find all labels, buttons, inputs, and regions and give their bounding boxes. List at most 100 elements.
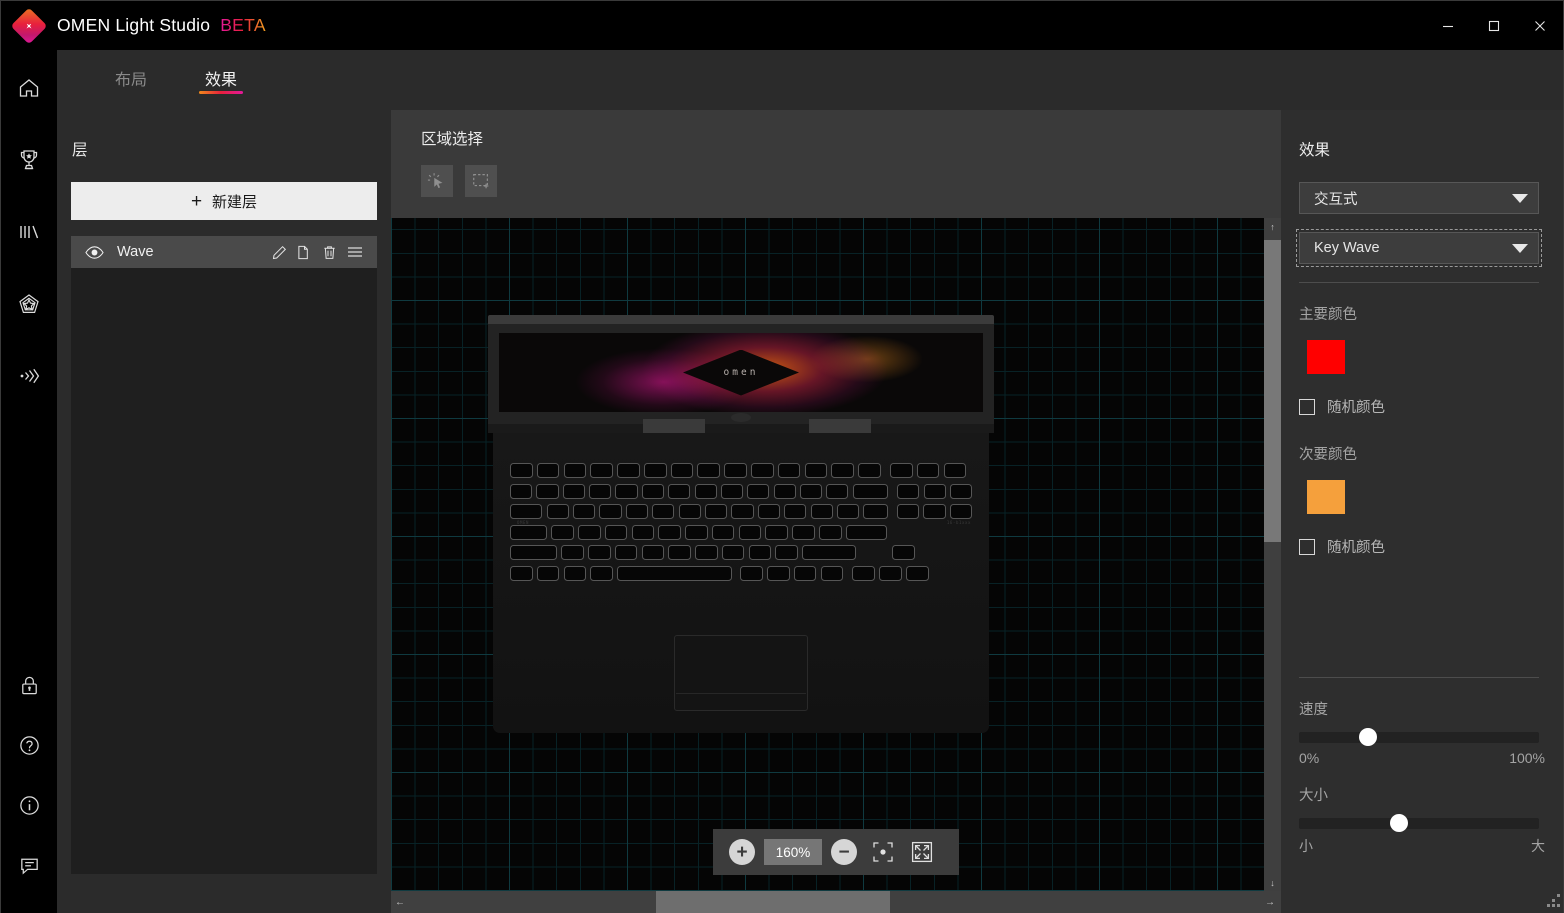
scroll-down-arrow[interactable]: ↓ bbox=[1264, 874, 1281, 891]
key[interactable] bbox=[889, 463, 913, 478]
key[interactable] bbox=[836, 504, 860, 519]
sidebar-item-rewards[interactable] bbox=[1, 130, 57, 190]
hamburger-icon[interactable] bbox=[342, 245, 367, 259]
key[interactable] bbox=[738, 524, 762, 540]
key[interactable] bbox=[589, 483, 612, 499]
sidebar-item-key-lock[interactable] bbox=[1, 655, 57, 715]
sidebar-item-audio[interactable] bbox=[1, 346, 57, 406]
scroll-right-arrow[interactable]: → bbox=[1261, 897, 1279, 908]
zoom-level-value[interactable]: 160% bbox=[764, 839, 822, 865]
key[interactable] bbox=[721, 545, 745, 560]
key-shift-left[interactable] bbox=[510, 545, 557, 560]
primary-random-row[interactable]: 随机颜色 bbox=[1299, 396, 1545, 417]
key[interactable] bbox=[897, 504, 920, 519]
key[interactable] bbox=[678, 504, 701, 519]
key[interactable] bbox=[577, 524, 601, 540]
key[interactable] bbox=[810, 504, 833, 519]
key[interactable] bbox=[697, 463, 721, 478]
key[interactable] bbox=[777, 463, 801, 478]
key[interactable] bbox=[668, 545, 691, 560]
secondary-color-swatch[interactable] bbox=[1307, 480, 1345, 514]
key[interactable] bbox=[562, 483, 585, 499]
key[interactable] bbox=[923, 504, 946, 519]
key[interactable] bbox=[615, 483, 638, 499]
sidebar-item-feedback[interactable] bbox=[1, 835, 57, 895]
key[interactable] bbox=[658, 524, 681, 540]
key-shift-right[interactable] bbox=[802, 545, 857, 560]
zoom-in-button[interactable]: + bbox=[729, 839, 755, 865]
horizontal-scroll-thumb[interactable] bbox=[656, 891, 890, 913]
sidebar-item-help[interactable] bbox=[1, 715, 57, 775]
key-backspace[interactable] bbox=[852, 483, 888, 499]
key[interactable] bbox=[652, 504, 675, 519]
key[interactable] bbox=[858, 463, 881, 478]
key-caps[interactable] bbox=[510, 524, 547, 540]
key[interactable] bbox=[949, 483, 973, 499]
size-slider-track[interactable] bbox=[1299, 814, 1539, 832]
key[interactable] bbox=[724, 463, 747, 478]
scroll-left-arrow[interactable]: ← bbox=[391, 897, 409, 908]
marquee-select-icon[interactable] bbox=[465, 165, 497, 197]
key[interactable] bbox=[831, 463, 854, 478]
key[interactable] bbox=[916, 463, 940, 478]
fit-screen-icon[interactable] bbox=[909, 839, 935, 865]
vertical-scrollbar[interactable]: ↑ ↓ bbox=[1264, 218, 1281, 891]
key[interactable] bbox=[765, 524, 789, 540]
key[interactable] bbox=[949, 504, 973, 519]
speed-slider-track[interactable] bbox=[1299, 728, 1539, 746]
key[interactable] bbox=[590, 565, 613, 581]
key[interactable] bbox=[804, 463, 828, 478]
key[interactable] bbox=[799, 483, 823, 499]
sidebar-item-about[interactable] bbox=[1, 775, 57, 835]
keyboard[interactable] bbox=[510, 463, 973, 581]
key[interactable] bbox=[757, 504, 780, 519]
key[interactable] bbox=[546, 504, 569, 519]
key[interactable] bbox=[863, 504, 888, 519]
zoom-out-button[interactable]: − bbox=[831, 839, 857, 865]
horizontal-scrollbar[interactable]: ← → bbox=[391, 891, 1281, 913]
key[interactable] bbox=[617, 463, 640, 478]
key[interactable] bbox=[625, 504, 648, 519]
table-row[interactable]: Wave bbox=[71, 236, 377, 268]
key[interactable] bbox=[587, 545, 611, 560]
sidebar-item-gaming-hub[interactable] bbox=[1, 274, 57, 334]
key[interactable] bbox=[604, 524, 628, 540]
key[interactable] bbox=[536, 483, 559, 499]
sidebar-item-performance[interactable] bbox=[1, 202, 57, 262]
key[interactable] bbox=[793, 565, 817, 581]
key[interactable] bbox=[767, 565, 790, 581]
key[interactable] bbox=[590, 463, 613, 478]
key[interactable] bbox=[731, 504, 754, 519]
copy-icon[interactable] bbox=[292, 245, 317, 260]
key-space[interactable] bbox=[617, 565, 733, 581]
sidebar-item-home[interactable] bbox=[1, 58, 57, 118]
scroll-up-arrow[interactable]: ↑ bbox=[1264, 218, 1281, 235]
key[interactable] bbox=[748, 545, 772, 560]
key[interactable] bbox=[775, 545, 799, 560]
key[interactable] bbox=[551, 524, 574, 540]
key[interactable] bbox=[826, 483, 849, 499]
click-select-icon[interactable] bbox=[421, 165, 453, 197]
key[interactable] bbox=[773, 483, 796, 499]
key[interactable] bbox=[670, 463, 694, 478]
key[interactable] bbox=[536, 565, 560, 581]
new-layer-button[interactable]: + 新建层 bbox=[71, 182, 377, 220]
resize-grip[interactable] bbox=[1545, 894, 1560, 909]
key[interactable] bbox=[720, 483, 744, 499]
speed-slider-knob[interactable] bbox=[1358, 728, 1377, 746]
key[interactable] bbox=[510, 483, 533, 499]
device-viewport[interactable]: omen OMEN 16-b1xxx + 160% − bbox=[391, 218, 1281, 891]
key[interactable] bbox=[643, 463, 667, 478]
eye-icon[interactable] bbox=[71, 245, 117, 259]
primary-random-checkbox[interactable] bbox=[1299, 398, 1315, 415]
key[interactable] bbox=[751, 463, 774, 478]
touchpad[interactable] bbox=[674, 635, 808, 711]
key-arrow-left[interactable] bbox=[852, 565, 876, 581]
key[interactable] bbox=[747, 483, 770, 499]
secondary-random-row[interactable]: 随机颜色 bbox=[1299, 536, 1545, 557]
key-arrow-right[interactable] bbox=[906, 565, 929, 581]
focus-center-icon[interactable] bbox=[870, 839, 896, 865]
effect-mode-select[interactable]: 交互式 bbox=[1299, 182, 1539, 214]
key[interactable] bbox=[641, 545, 665, 560]
close-button[interactable] bbox=[1517, 1, 1563, 50]
